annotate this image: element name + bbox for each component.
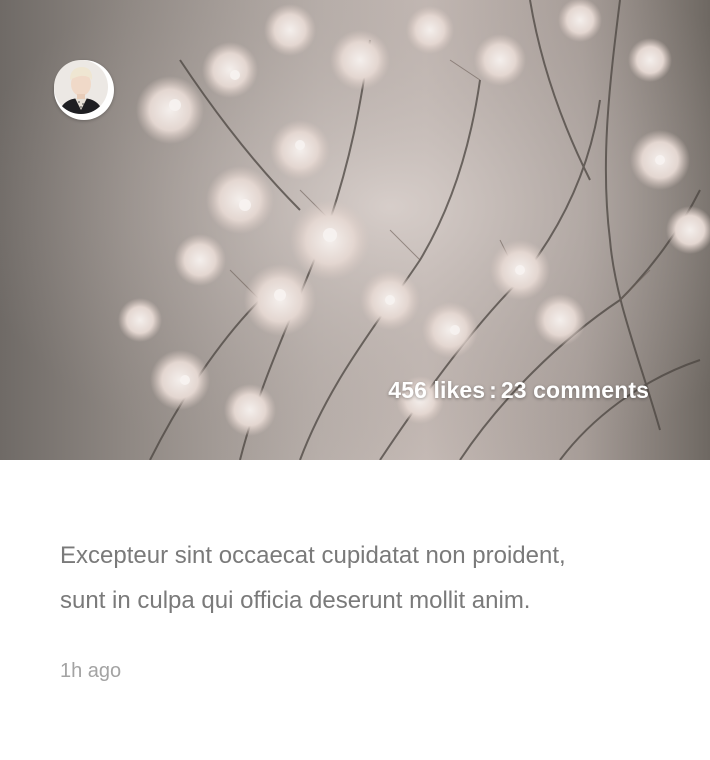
caption-line-1: Excepteur sint occaecat cupidatat non pr… — [60, 542, 566, 569]
engagement-stats: 456 likes:23 comments — [388, 377, 649, 404]
likes-count[interactable]: 456 likes — [388, 377, 485, 403]
caption-line-2: sunt in culpa qui officia deserunt molli… — [60, 587, 531, 614]
avatar-portrait-icon — [54, 60, 108, 114]
post-card: 456 likes:23 comments Excepteur sint occ… — [0, 0, 710, 760]
post-caption: Excepteur sint occaecat cupidatat non pr… — [60, 533, 660, 623]
post-timestamp: 1h ago — [60, 660, 122, 682]
post-image[interactable]: 456 likes:23 comments — [0, 0, 710, 460]
comments-count[interactable]: 23 comments — [501, 377, 649, 403]
stats-separator: : — [489, 377, 497, 403]
user-avatar[interactable] — [54, 60, 114, 120]
